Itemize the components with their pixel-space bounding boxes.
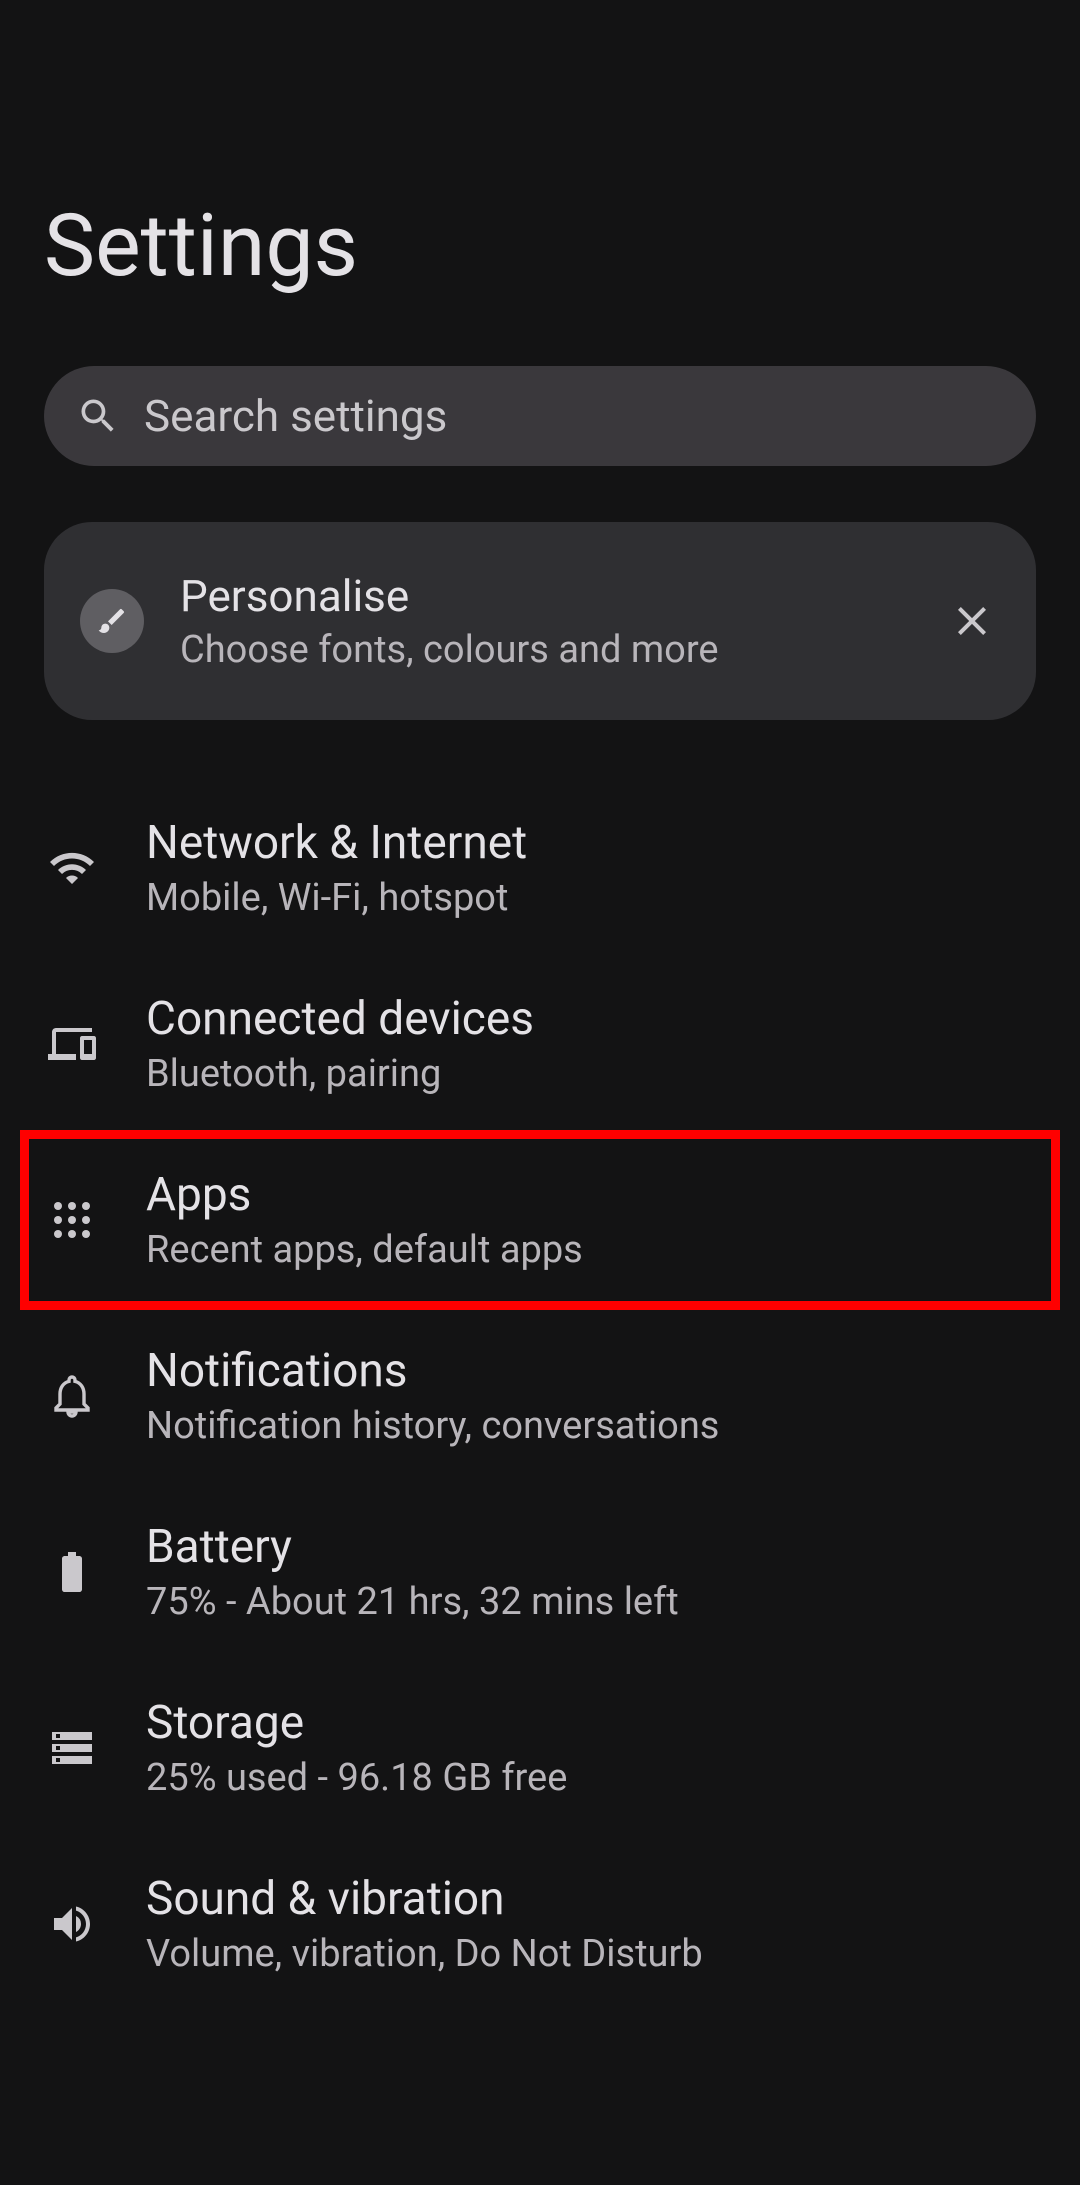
storage-icon <box>48 1724 96 1772</box>
card-title: Personalise <box>180 570 948 622</box>
item-title: Storage <box>146 1696 1036 1750</box>
settings-item-sound[interactable]: Sound & vibration Volume, vibration, Do … <box>44 1836 1036 2012</box>
settings-item-storage[interactable]: Storage 25% used - 96.18 GB free <box>44 1660 1036 1836</box>
settings-list: Network & Internet Mobile, Wi-Fi, hotspo… <box>44 780 1036 2012</box>
item-title: Apps <box>146 1168 1036 1222</box>
item-title: Sound & vibration <box>146 1872 1036 1926</box>
item-title: Connected devices <box>146 992 1036 1046</box>
page-title: Settings <box>44 195 1036 296</box>
card-subtitle: Choose fonts, colours and more <box>180 628 948 672</box>
item-subtitle: Mobile, Wi-Fi, hotspot <box>146 876 1036 920</box>
item-title: Network & Internet <box>146 816 1036 870</box>
item-title: Battery <box>146 1520 1036 1574</box>
search-icon <box>76 394 120 438</box>
item-title: Notifications <box>146 1344 1036 1398</box>
notifications-icon <box>48 1372 96 1420</box>
wifi-icon <box>48 844 96 892</box>
devices-icon <box>48 1020 96 1068</box>
personalise-card[interactable]: Personalise Choose fonts, colours and mo… <box>44 522 1036 720</box>
settings-item-battery[interactable]: Battery 75% - About 21 hrs, 32 mins left <box>44 1484 1036 1660</box>
settings-item-notifications[interactable]: Notifications Notification history, conv… <box>44 1308 1036 1484</box>
item-subtitle: Recent apps, default apps <box>146 1228 1036 1272</box>
settings-item-connected-devices[interactable]: Connected devices Bluetooth, pairing <box>44 956 1036 1132</box>
item-subtitle: 25% used - 96.18 GB free <box>146 1756 1036 1800</box>
search-bar[interactable]: Search settings <box>44 366 1036 466</box>
search-placeholder: Search settings <box>144 390 447 442</box>
battery-icon <box>48 1548 96 1596</box>
settings-item-network[interactable]: Network & Internet Mobile, Wi-Fi, hotspo… <box>44 780 1036 956</box>
item-subtitle: Volume, vibration, Do Not Disturb <box>146 1932 1036 1976</box>
brush-icon-wrap <box>80 589 144 653</box>
item-subtitle: Notification history, conversations <box>146 1404 1036 1448</box>
item-subtitle: Bluetooth, pairing <box>146 1052 1036 1096</box>
settings-item-apps[interactable]: Apps Recent apps, default apps <box>44 1132 1036 1308</box>
brush-icon <box>96 605 128 637</box>
close-icon[interactable] <box>948 597 996 645</box>
apps-icon <box>48 1196 96 1244</box>
card-text: Personalise Choose fonts, colours and mo… <box>180 570 948 672</box>
sound-icon <box>48 1900 96 1948</box>
page-header: Settings <box>44 0 1036 366</box>
item-subtitle: 75% - About 21 hrs, 32 mins left <box>146 1580 1036 1624</box>
